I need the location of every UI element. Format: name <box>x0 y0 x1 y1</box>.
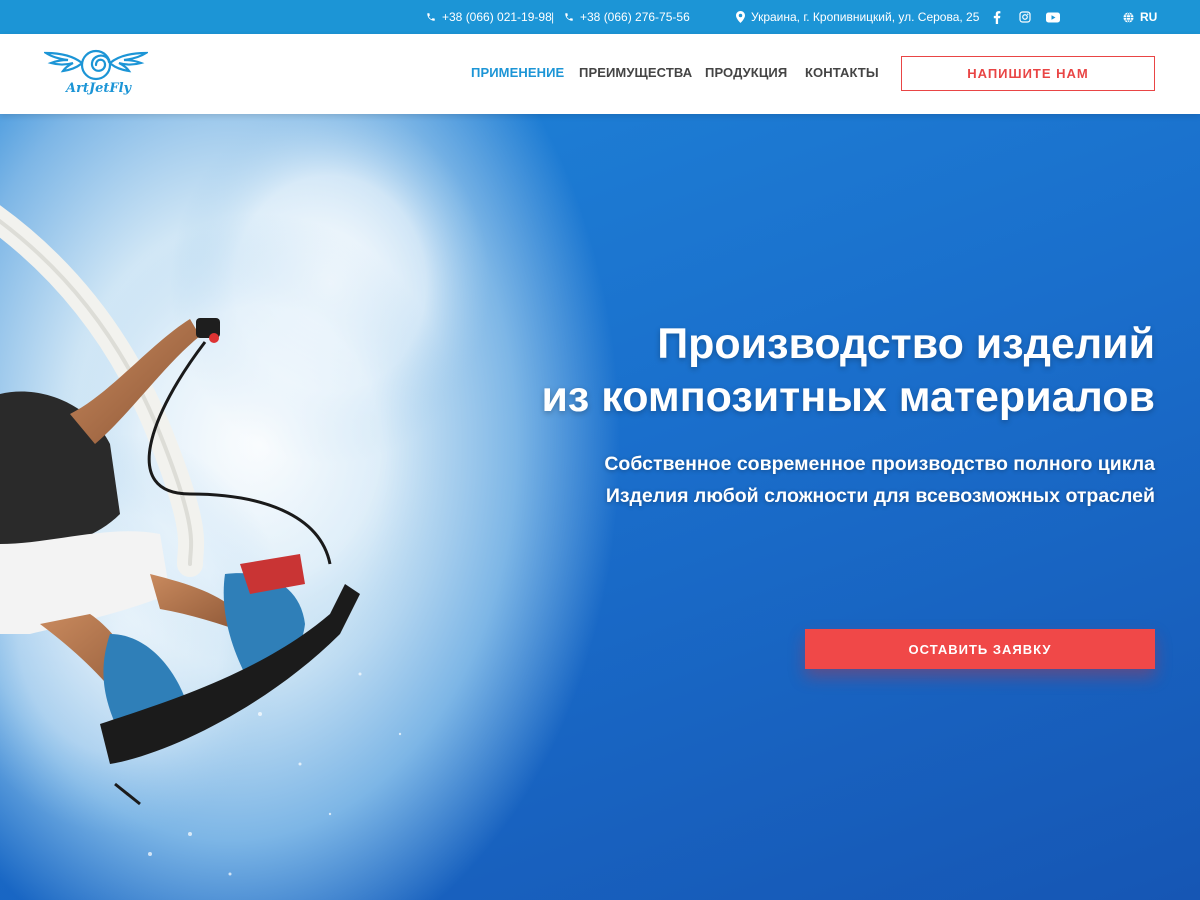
instagram-icon <box>1019 11 1031 23</box>
facebook-link[interactable] <box>993 0 1001 34</box>
hero-subtitle-line-1: Собственное современное производство пол… <box>604 453 1155 475</box>
nav-item-applications[interactable]: ПРИМЕНЕНИЕ <box>471 65 564 80</box>
logo-text: ArtJetFly <box>66 81 132 96</box>
address-text: Украина, г. Кропивницкий, ул. Серова, 25 <box>751 10 980 24</box>
hero-title-line-2: из композитных материалов <box>541 373 1155 421</box>
language-switch[interactable]: RU <box>1123 0 1157 34</box>
youtube-link[interactable] <box>1046 0 1060 34</box>
nav-item-contacts[interactable]: КОНТАКТЫ <box>805 65 879 80</box>
address: Украина, г. Кропивницкий, ул. Серова, 25 <box>736 0 979 34</box>
site-header: ArtJetFly ПРИМЕНЕНИЕ ПРЕИМУЩЕСТВА ПРОДУК… <box>0 34 1200 114</box>
phone-1-text: +38 (066) 021-19-98 <box>442 10 552 24</box>
top-bar: +38 (066) 021-19-98 | +38 (066) 276-75-5… <box>0 0 1200 34</box>
hero-subtitle: Собственное современное производство пол… <box>604 448 1155 512</box>
language-label: RU <box>1140 10 1158 24</box>
facebook-icon <box>993 10 1001 24</box>
phone-separator: | <box>551 10 555 24</box>
hero-section: Производство изделий из композитных мате… <box>0 114 1200 900</box>
nav-item-advantages[interactable]: ПРЕИМУЩЕСТВА <box>579 65 692 80</box>
hero-subtitle-line-2: Изделия любой сложности для всевозможных… <box>605 485 1155 507</box>
phone-link-1[interactable]: +38 (066) 021-19-98 <box>426 0 552 34</box>
hero-title-line-1: Производство изделий <box>657 320 1155 368</box>
nav-item-products[interactable]: ПРОДУКЦИЯ <box>705 65 787 80</box>
youtube-icon <box>1046 12 1060 22</box>
hero-title: Производство изделий из композитных мате… <box>541 318 1155 424</box>
phone-2-text: +38 (066) 276-75-56 <box>580 10 690 24</box>
phone-link-2[interactable]: +38 (066) 276-75-56 <box>564 0 690 34</box>
phone-icon <box>565 13 573 21</box>
globe-icon <box>1123 11 1134 23</box>
write-us-button[interactable]: НАПИШИТЕ НАМ <box>901 56 1155 91</box>
phone-icon <box>427 13 435 21</box>
map-pin-icon <box>736 11 745 23</box>
leave-request-button[interactable]: ОСТАВИТЬ ЗАЯВКУ <box>805 629 1155 669</box>
instagram-link[interactable] <box>1019 0 1031 34</box>
